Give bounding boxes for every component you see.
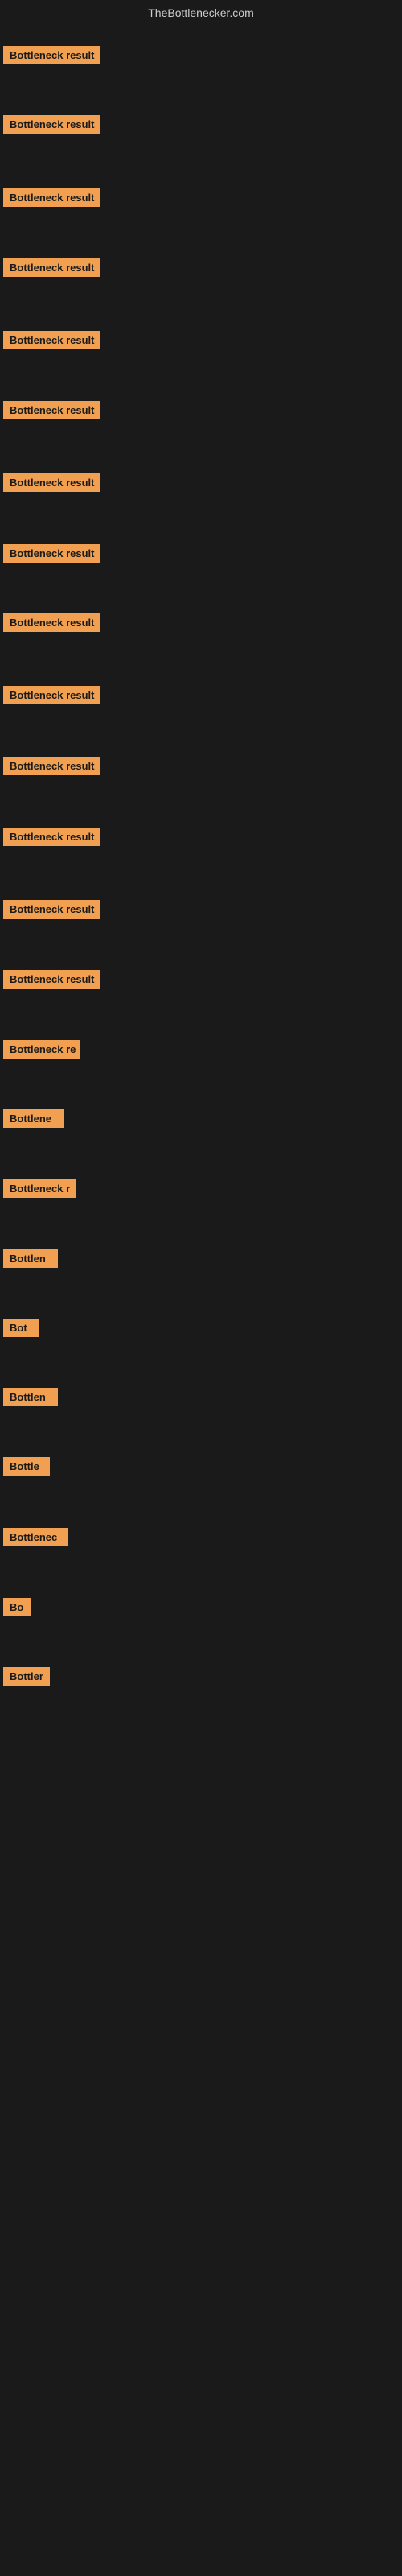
bottleneck-item-16[interactable]: Bottlene [3,1109,64,1128]
bottleneck-item-14[interactable]: Bottleneck result [3,970,100,989]
bottleneck-item-24[interactable]: Bottler [3,1667,50,1686]
bottleneck-item-18[interactable]: Bottlen [3,1249,58,1268]
bottleneck-item-17[interactable]: Bottleneck r [3,1179,76,1198]
bottleneck-item-5[interactable]: Bottleneck result [3,331,100,349]
bottleneck-item-23[interactable]: Bo [3,1598,31,1616]
bottleneck-item-9[interactable]: Bottleneck result [3,613,100,632]
bottleneck-item-22[interactable]: Bottlenec [3,1528,68,1546]
site-header: TheBottlenecker.com [0,0,402,29]
items-container: Bottleneck result Bottleneck result Bottle… [0,29,402,2576]
bottleneck-item-1[interactable]: Bottleneck result [3,46,100,64]
bottleneck-item-13[interactable]: Bottleneck result [3,900,100,919]
bottleneck-item-19[interactable]: Bot [3,1319,39,1337]
page-wrapper: TheBottlenecker.com Bottleneck resultBot… [0,0,402,2576]
bottleneck-item-12[interactable]: Bottleneck result [3,828,100,846]
bottleneck-item-11[interactable]: Bottleneck result [3,757,100,775]
bottleneck-item-8[interactable]: Bottleneck result [3,544,100,563]
bottleneck-item-2[interactable]: Bottleneck result [3,115,100,134]
site-title: TheBottlenecker.com [148,6,254,19]
bottleneck-item-6[interactable]: Bottleneck result [3,401,100,419]
bottleneck-item-7[interactable]: Bottleneck result [3,473,100,492]
bottleneck-item-3[interactable]: Bottleneck result [3,188,100,207]
bottleneck-item-10[interactable]: Bottleneck result [3,686,100,704]
bottleneck-item-20[interactable]: Bottlen [3,1388,58,1406]
bottleneck-item-4[interactable]: Bottleneck result [3,258,100,277]
bottleneck-item-21[interactable]: Bottle [3,1457,50,1476]
bottleneck-item-15[interactable]: Bottleneck re [3,1040,80,1059]
